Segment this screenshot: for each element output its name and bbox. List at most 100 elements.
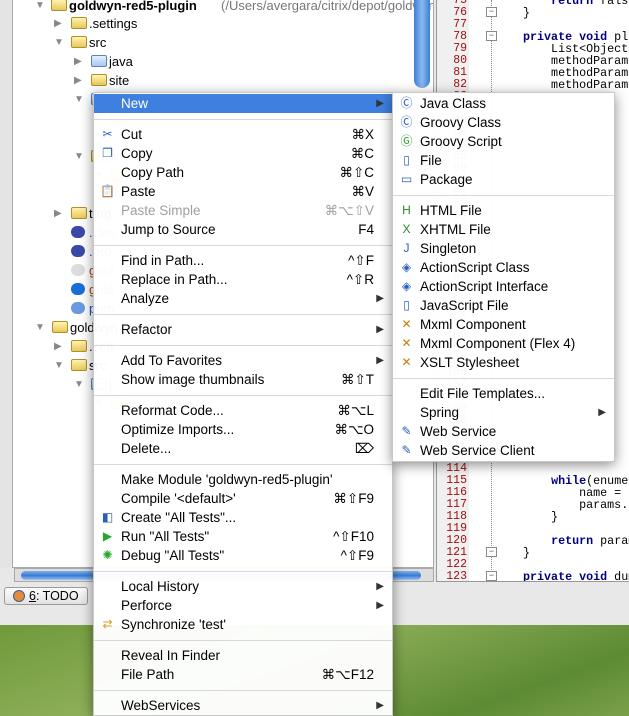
menu-item-cut[interactable]: ✂ Cut ⌘X xyxy=(94,125,392,144)
menu-item-groovy-script[interactable]: Ⓖ Groovy Script xyxy=(393,132,614,151)
menu-item-mxml-component-flex-4[interactable]: ✕ Mxml Component (Flex 4) xyxy=(393,334,614,353)
menu-item-show-image-thumbnails[interactable]: Show image thumbnails ⌘⇧T xyxy=(94,370,392,389)
web-service-icon: ✎ xyxy=(401,424,412,438)
menu-item-replace-in-path[interactable]: Replace in Path... ^⇧R xyxy=(94,270,392,289)
menu-item-find-in-path[interactable]: Find in Path... ^⇧F xyxy=(94,251,392,270)
folder-icon xyxy=(71,207,87,219)
chevron-down-icon[interactable]: ▼ xyxy=(35,318,47,337)
code-line: } xyxy=(523,511,558,523)
mxml-flex4-icon: ✕ xyxy=(401,336,412,350)
menu-item-delete[interactable]: Delete... ⌦ xyxy=(94,439,392,458)
eclipse-file-icon xyxy=(71,226,85,238)
menu-item-package[interactable]: ▭ Package xyxy=(393,170,614,189)
fold-marker-icon[interactable]: − xyxy=(486,7,497,17)
menu-item-local-history[interactable]: Local History ▶ xyxy=(94,577,392,596)
chevron-right-icon[interactable]: ▶ xyxy=(74,71,86,90)
menu-item-xslt-stylesheet[interactable]: ✕ XSLT Stylesheet xyxy=(393,353,614,372)
todo-tool-button[interactable]: 6: TODO xyxy=(4,587,88,605)
code-line: return param xyxy=(523,535,629,547)
menu-item-perforce[interactable]: Perforce ▶ xyxy=(94,596,392,615)
menu-item-optimize-imports[interactable]: Optimize Imports... ⌘⌥O xyxy=(94,420,392,439)
menu-item-actionscript-interface[interactable]: ◈ ActionScript Interface xyxy=(393,277,614,296)
menu-item-label: Spring xyxy=(420,405,460,420)
fold-marker-icon[interactable]: − xyxy=(486,31,497,41)
menu-item-reveal-in-finder[interactable]: Reveal In Finder xyxy=(94,646,392,665)
menu-item-web-service[interactable]: ✎ Web Service xyxy=(393,422,614,441)
menu-item-make-module-goldwyn-red5-plugin[interactable]: Make Module 'goldwyn-red5-plugin' xyxy=(94,470,392,489)
groovy-class-icon: Ⓒ xyxy=(400,115,413,129)
chevron-right-icon[interactable]: ▶ xyxy=(54,14,66,33)
menu-item-label: Mxml Component (Flex 4) xyxy=(420,336,576,351)
menu-item-label: XSLT Stylesheet xyxy=(420,355,520,370)
menu-item-label: Add To Favorites xyxy=(121,353,223,368)
menu-item-paste[interactable]: 📋 Paste ⌘V xyxy=(94,182,392,201)
menu-item-shortcut: ⌘⌥L xyxy=(337,403,374,418)
menu-item-xhtml-file[interactable]: X XHTML File xyxy=(393,220,614,239)
menu-item-run-all-tests[interactable]: ▶ Run "All Tests" ^⇧F10 xyxy=(94,527,392,546)
menu-item-new[interactable]: New ▶ xyxy=(94,94,392,113)
menu-item-label: ActionScript Class xyxy=(420,260,530,275)
menu-item-java-class[interactable]: Ⓒ Java Class xyxy=(393,94,614,113)
menu-separator xyxy=(94,395,392,396)
menu-item-edit-file-templates[interactable]: Edit File Templates... xyxy=(393,384,614,403)
chevron-down-icon[interactable]: ▼ xyxy=(54,33,66,52)
menu-item-add-to-favorites[interactable]: Add To Favorites ▶ xyxy=(94,351,392,370)
menu-item-singleton[interactable]: J Singleton xyxy=(393,239,614,258)
code-text: dum xyxy=(614,570,629,582)
chevron-down-icon[interactable]: ▼ xyxy=(54,356,66,375)
code-line: return false xyxy=(523,0,629,7)
chevron-down-icon[interactable]: ▼ xyxy=(74,90,86,109)
menu-item-paste-simple[interactable]: Paste Simple ⌘⌥⇧V xyxy=(94,201,392,220)
chevron-down-icon[interactable]: ▼ xyxy=(35,0,47,15)
menu-item-label: Package xyxy=(420,172,473,187)
menu-item-shortcut: ⌘⌥F12 xyxy=(321,667,374,682)
chevron-right-icon[interactable]: ▶ xyxy=(74,52,86,71)
menu-item-jump-to-source[interactable]: Jump to Source F4 xyxy=(94,220,392,239)
menu-item-mxml-component[interactable]: ✕ Mxml Component xyxy=(393,315,614,334)
xslt-icon: ✕ xyxy=(401,355,412,369)
chevron-right-icon[interactable]: ▶ xyxy=(54,337,66,356)
menu-item-copy[interactable]: ❐ Copy ⌘C xyxy=(94,144,392,163)
menu-item-debug-all-tests[interactable]: ✺ Debug "All Tests" ^⇧F9 xyxy=(94,546,392,565)
code-line: } xyxy=(523,547,530,559)
menu-item-label: File xyxy=(420,153,442,168)
menu-item-copy-path[interactable]: Copy Path ⌘⇧C xyxy=(94,163,392,182)
menu-item-compile-default[interactable]: Compile '<default>' ⌘⇧F9 xyxy=(94,489,392,508)
menu-item-html-file[interactable]: H HTML File xyxy=(393,201,614,220)
menu-item-refactor[interactable]: Refactor ▶ xyxy=(94,320,392,339)
tree-vertical-scrollbar[interactable] xyxy=(414,0,430,88)
menu-item-create-all-tests[interactable]: ◧ Create "All Tests"... xyxy=(94,508,392,527)
menu-item-webservices[interactable]: WebServices ▶ xyxy=(94,696,392,715)
menu-item-shortcut: ⌘⇧C xyxy=(339,165,374,180)
fold-marker-icon[interactable]: − xyxy=(486,571,497,581)
menu-item-label: Optimize Imports... xyxy=(121,422,235,437)
scissors-icon: ✂ xyxy=(102,127,113,141)
menu-item-actionscript-class[interactable]: ◈ ActionScript Class xyxy=(393,258,614,277)
submenu-arrow-icon: ▶ xyxy=(376,600,384,611)
tree-root-path: (/Users/avergara/citrix/depot/goldwyn xyxy=(221,0,434,13)
new-submenu: Ⓒ Java Class Ⓒ Groovy Class Ⓖ Groovy Script ▯ F… xyxy=(392,92,615,462)
menu-separator xyxy=(94,640,392,641)
menu-item-label: Reformat Code... xyxy=(121,403,224,418)
menu-item-javascript-file[interactable]: ▯ JavaScript File xyxy=(393,296,614,315)
chevron-down-icon[interactable]: ▼ xyxy=(74,375,86,394)
menu-item-shortcut: ⌘⇧T xyxy=(340,372,374,387)
menu-item-file-path[interactable]: File Path ⌘⌥F12 xyxy=(94,665,392,684)
menu-item-spring[interactable]: Spring ▶ xyxy=(393,403,614,422)
chevron-right-icon[interactable]: ▶ xyxy=(54,204,66,223)
menu-item-web-service-client[interactable]: ✎ Web Service Client xyxy=(393,441,614,460)
menu-item-groovy-class[interactable]: Ⓒ Groovy Class xyxy=(393,113,614,132)
menu-item-label: Analyze xyxy=(121,291,170,306)
chevron-down-icon[interactable]: ▼ xyxy=(74,147,86,166)
menu-item-analyze[interactable]: Analyze ▶ xyxy=(94,289,392,308)
menu-item-label: Delete... xyxy=(121,441,172,456)
menu-item-shortcut: ^⇧F9 xyxy=(340,548,374,563)
fold-marker-icon[interactable]: − xyxy=(486,547,497,557)
menu-item-label: Web Service xyxy=(420,424,497,439)
menu-separator xyxy=(94,345,392,346)
menu-item-file[interactable]: ▯ File xyxy=(393,151,614,170)
menu-item-synchronize-test[interactable]: ⇄ Synchronize 'test' xyxy=(94,615,392,634)
menu-item-label: Make Module 'goldwyn-red5-plugin' xyxy=(121,472,333,487)
code-text: } xyxy=(523,6,531,20)
menu-item-reformat-code[interactable]: Reformat Code... ⌘⌥L xyxy=(94,401,392,420)
